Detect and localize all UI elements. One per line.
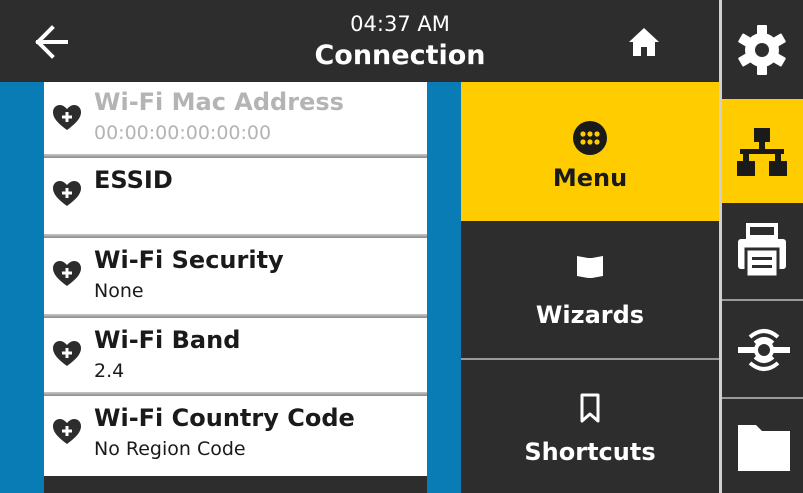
menu-button[interactable]: Menu	[461, 82, 719, 221]
rfid-icon	[738, 329, 790, 371]
arrow-left-icon	[35, 25, 68, 59]
heart-plus-icon	[53, 105, 81, 130]
shortcuts-button[interactable]: Shortcuts	[461, 360, 719, 493]
printer-icon	[738, 223, 786, 279]
home-icon	[629, 28, 659, 56]
network-icon	[737, 128, 787, 176]
list-item-value: 2.4	[94, 360, 125, 382]
clock-time: 04:37 AM	[350, 12, 450, 36]
list-item-wifi-band[interactable]: Wi-Fi Band 2.4	[44, 318, 427, 396]
list-item-wifi-country-code[interactable]: Wi-Fi Country Code No Region Code	[44, 396, 427, 476]
gear-icon	[738, 25, 786, 75]
list-item-value: 00:00:00:00:00:00	[94, 122, 272, 144]
list-item-title: Wi-Fi Mac Address	[94, 88, 344, 116]
heart-plus-icon	[53, 261, 81, 286]
settings-list[interactable]: Wi-Fi Mac Address 00:00:00:00:00:00 ESSI…	[0, 82, 461, 493]
page-title: Connection	[314, 40, 486, 71]
list-item-title: Wi-Fi Security	[94, 246, 284, 274]
list-item-wifi-mac-address[interactable]: Wi-Fi Mac Address 00:00:00:00:00:00	[44, 82, 427, 158]
list-item-value: None	[94, 280, 144, 302]
rfid-rail-button[interactable]	[722, 301, 803, 397]
wizards-label: Wizards	[535, 301, 645, 329]
connection-rail-button[interactable]	[722, 99, 803, 203]
list-item-value: No Region Code	[94, 438, 246, 460]
home-button[interactable]	[618, 20, 670, 64]
shortcuts-label: Shortcuts	[524, 438, 656, 466]
heart-plus-icon	[53, 419, 81, 444]
back-button[interactable]	[22, 18, 78, 66]
list-item-title: ESSID	[94, 166, 173, 194]
heart-plus-icon	[53, 341, 81, 366]
heart-plus-icon	[53, 181, 81, 206]
folder-icon	[738, 425, 790, 471]
settings-rail-button[interactable]	[722, 0, 803, 99]
list-item-title: Wi-Fi Country Code	[94, 404, 355, 432]
list-item-title: Wi-Fi Band	[94, 326, 241, 354]
right-rail	[719, 0, 803, 493]
nav-column: Menu Wizards Shortcuts	[461, 82, 719, 493]
print-rail-button[interactable]	[722, 203, 803, 299]
bookmark-icon	[580, 393, 600, 423]
list-item-wifi-security[interactable]: Wi-Fi Security None	[44, 238, 427, 318]
grid-dots-icon	[573, 121, 607, 155]
book-icon	[577, 256, 603, 278]
header-bar: 04:37 AM Connection	[0, 0, 719, 82]
menu-label: Menu	[552, 164, 628, 192]
wizards-button[interactable]: Wizards	[461, 221, 719, 358]
storage-rail-button[interactable]	[722, 399, 803, 493]
list-item-essid[interactable]: ESSID	[44, 158, 427, 238]
